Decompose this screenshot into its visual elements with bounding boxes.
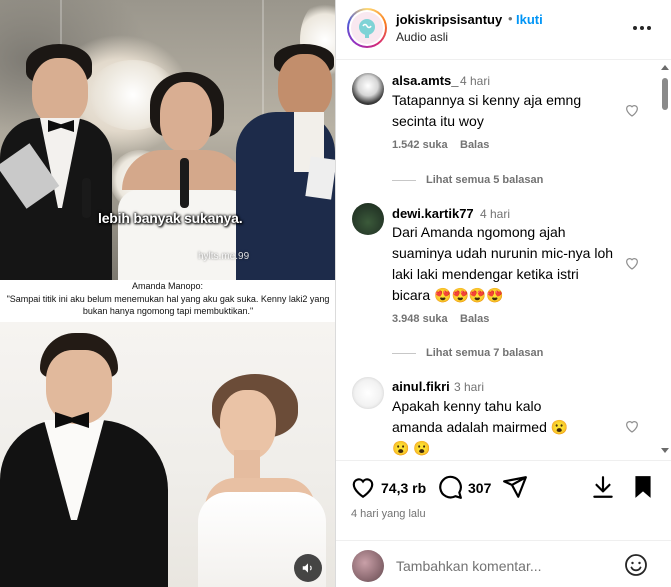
more-dots-icon [633, 26, 637, 30]
like-heart-icon[interactable] [350, 474, 376, 500]
reply-button[interactable]: Balas [460, 313, 489, 325]
likes-count[interactable]: 74,3 rb [381, 480, 426, 496]
comment-input[interactable] [396, 555, 616, 577]
post-actions: 74,3 rb 307 4 hari yang lalu [336, 460, 671, 540]
speaker-icon [302, 563, 312, 573]
comment-text: Apakah kenny tahu kalo amanda adalah mai… [392, 398, 569, 456]
comment-text: Tatapannya si kenny aja emng secinta itu… [392, 92, 582, 129]
microphone [180, 158, 189, 208]
comment-likes[interactable]: 1.542 suka [392, 139, 448, 151]
heart-icon[interactable] [624, 255, 640, 271]
follow-button[interactable]: Ikuti [516, 12, 543, 27]
quote-text: "Sampai titik ini aku belum menemukan ha… [6, 294, 330, 316]
divider-line [392, 353, 416, 354]
mute-button[interactable] [294, 554, 322, 582]
emoji-icon[interactable] [624, 553, 648, 577]
microphone [82, 178, 91, 218]
audio-link[interactable]: Audio asli [396, 30, 448, 44]
video-caption: lebih banyak sukanya. [98, 210, 243, 226]
comment-avatar[interactable] [352, 377, 384, 409]
separator-dot: • [508, 11, 513, 26]
post-header: jokiskripsisantuy • Ikuti Audio asli [336, 0, 671, 60]
post-date[interactable]: 4 hari yang lalu [351, 508, 426, 520]
person-face [278, 54, 332, 118]
heart-icon[interactable] [624, 102, 640, 118]
more-options-button[interactable] [630, 16, 654, 40]
heart-icon[interactable] [624, 418, 640, 434]
comment-text: Dari Amanda ngomong ajah suaminya udah n… [392, 224, 614, 303]
download-icon[interactable] [590, 474, 616, 500]
card-in-hand [305, 156, 335, 200]
comment-avatar[interactable] [352, 203, 384, 235]
share-send-icon[interactable] [502, 474, 528, 500]
scroll-down-arrow-icon[interactable] [661, 448, 669, 453]
watermark: hylts.me.99 [198, 251, 250, 262]
comment-likes[interactable]: 3.948 suka [392, 313, 448, 325]
author-avatar[interactable] [347, 8, 387, 48]
comment-username[interactable]: alsa.amts_ [392, 73, 459, 88]
comment-username[interactable]: dewi.kartik77 [392, 206, 474, 221]
brain-logo-icon [359, 19, 375, 38]
comment-time[interactable]: 3 hari [454, 380, 484, 394]
comment-bubble-icon[interactable] [437, 474, 463, 500]
comment-time[interactable]: 4 hari [460, 74, 490, 88]
comments-scrollbar[interactable] [658, 61, 671, 460]
comments-list: alsa.amts_ 4 hari Tatapannya si kenny aj… [336, 61, 671, 460]
current-user-avatar[interactable] [352, 550, 384, 582]
post-media[interactable]: lebih banyak sukanya. hylts.me.99 Amanda… [0, 0, 335, 587]
bride-face [160, 82, 212, 152]
view-replies-button[interactable]: Lihat semua 5 balasan [426, 174, 543, 186]
person-face [32, 58, 88, 124]
bookmark-icon[interactable] [630, 474, 656, 500]
author-username[interactable]: jokiskripsisantuy [396, 12, 502, 27]
comment-username[interactable]: ainul.fikri [392, 379, 450, 394]
post-panel: jokiskripsisantuy • Ikuti Audio asli als… [335, 0, 671, 587]
reply-button[interactable]: Balas [460, 139, 489, 151]
scroll-up-arrow-icon[interactable] [661, 65, 669, 70]
comment-avatar[interactable] [352, 73, 384, 105]
divider-line [392, 180, 416, 181]
comment-time[interactable]: 4 hari [480, 207, 510, 221]
add-comment-bar [336, 540, 671, 587]
view-replies-button[interactable]: Lihat semua 7 balasan [426, 347, 543, 359]
scrollbar-thumb[interactable] [662, 78, 668, 110]
comments-count[interactable]: 307 [468, 480, 491, 496]
quote-speaker: Amanda Manopo: [131, 281, 204, 291]
